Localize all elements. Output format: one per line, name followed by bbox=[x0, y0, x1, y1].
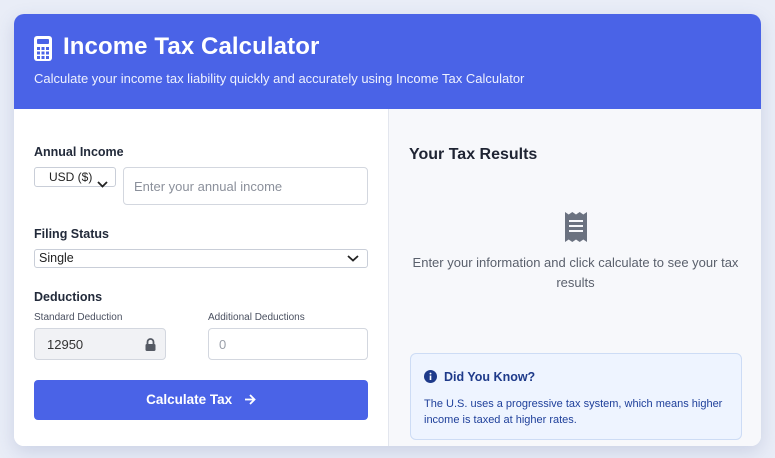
chevron-down-icon bbox=[97, 181, 108, 188]
did-you-know-text: The U.S. uses a progressive tax system, … bbox=[424, 398, 723, 426]
results-title: Your Tax Results bbox=[409, 146, 538, 163]
receipt-icon bbox=[565, 212, 587, 242]
standard-deduction-field: 12950 bbox=[34, 328, 166, 360]
filing-status-value: Single bbox=[39, 251, 74, 265]
filing-status-select[interactable]: Single bbox=[34, 249, 368, 268]
additional-deductions-label: Additional Deductions bbox=[208, 312, 305, 323]
calculate-tax-label: Calculate Tax bbox=[146, 392, 233, 407]
standard-deduction-label: Standard Deduction bbox=[34, 312, 123, 323]
header: Income Tax Calculator Calculate your inc… bbox=[14, 14, 761, 109]
annual-income-placeholder: Enter your annual income bbox=[134, 179, 283, 194]
filing-status-label: Filing Status bbox=[34, 227, 109, 241]
lock-icon bbox=[145, 338, 156, 351]
results-empty-message: Enter your information and click calcula… bbox=[412, 255, 739, 290]
did-you-know-box: Did You Know? The U.S. uses a progressiv… bbox=[410, 353, 742, 440]
page-title: Income Tax Calculator bbox=[63, 33, 320, 60]
info-icon bbox=[424, 370, 437, 383]
input-panel: Annual Income USD ($) Enter your annual … bbox=[14, 109, 388, 446]
chevron-down-icon bbox=[347, 255, 359, 262]
did-you-know-title: Did You Know? bbox=[444, 370, 536, 384]
calculator-card: Income Tax Calculator Calculate your inc… bbox=[14, 14, 761, 446]
arrow-right-icon bbox=[244, 394, 256, 405]
additional-deductions-placeholder: 0 bbox=[219, 337, 227, 352]
annual-income-label: Annual Income bbox=[34, 145, 124, 159]
calculator-icon bbox=[34, 36, 52, 61]
page-subtitle: Calculate your income tax liability quic… bbox=[34, 71, 525, 86]
standard-deduction-value: 12950 bbox=[47, 337, 84, 352]
currency-selected-value: USD ($) bbox=[49, 170, 93, 184]
additional-deductions-input[interactable]: 0 bbox=[208, 328, 368, 360]
results-panel: Your Tax Results Enter your information … bbox=[388, 109, 761, 446]
deductions-label: Deductions bbox=[34, 290, 103, 304]
calculate-tax-button[interactable]: Calculate Tax bbox=[34, 380, 368, 420]
annual-income-input[interactable]: Enter your annual income bbox=[123, 167, 368, 205]
currency-select[interactable]: USD ($) bbox=[34, 167, 116, 188]
